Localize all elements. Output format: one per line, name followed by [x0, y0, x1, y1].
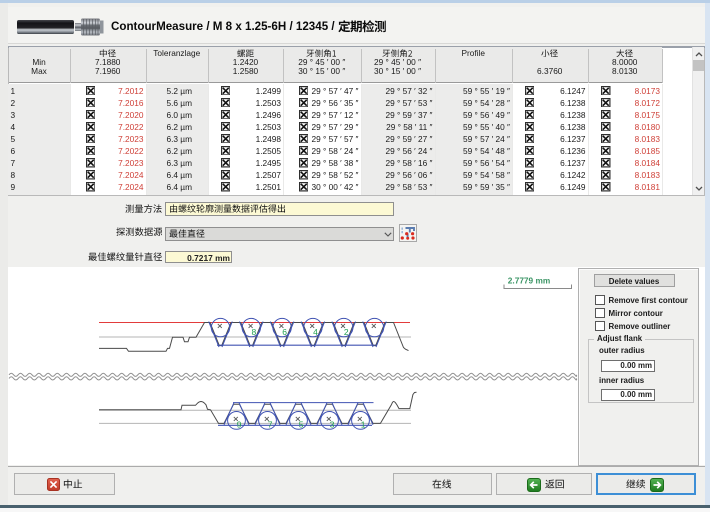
svg-text:4: 4 — [313, 327, 318, 337]
svg-text:1: 1 — [361, 420, 366, 430]
svg-text:5: 5 — [299, 420, 304, 430]
svg-text:9: 9 — [237, 420, 242, 430]
svg-text:2: 2 — [344, 327, 349, 337]
svg-text:2.7779 mm: 2.7779 mm — [508, 276, 550, 286]
svg-text:8: 8 — [252, 327, 257, 337]
svg-text:7: 7 — [268, 420, 273, 430]
svg-text:6: 6 — [282, 327, 287, 337]
svg-text:3: 3 — [330, 420, 335, 430]
